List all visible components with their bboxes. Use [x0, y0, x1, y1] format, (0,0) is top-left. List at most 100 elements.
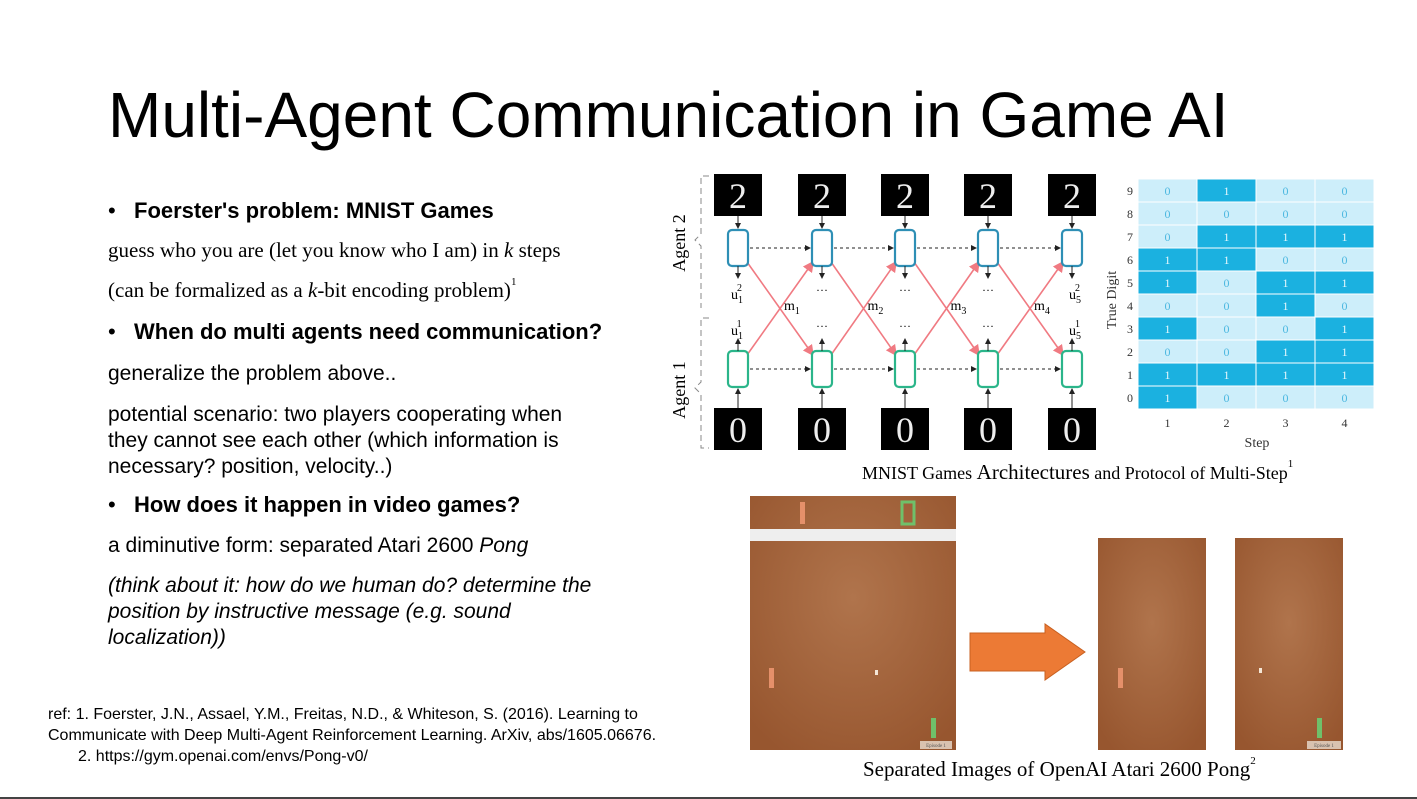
- heatmap-cell-value: 1: [1165, 391, 1171, 405]
- bullet-when-communicate: • When do multi agents need communication…: [108, 319, 602, 345]
- heatmap-cell-value: 1: [1165, 322, 1171, 336]
- think-line-3: localization)): [108, 626, 226, 649]
- mnist-architecture-diagram: Agent 2 Agent 1 m1 m2 m3 m4 2 0 2 0 ··· ··· 2 0 ··· ·…: [669, 174, 1096, 450]
- episode-label: Episode 1: [1314, 744, 1334, 749]
- bullet-text: Foerster's problem: MNIST Games: [134, 198, 494, 223]
- bullet-video-games: • How does it happen in video games?: [108, 492, 520, 518]
- message-label: m3: [951, 299, 967, 317]
- heatmap-cell-value: 0: [1224, 276, 1230, 290]
- guess-steps: steps: [513, 238, 561, 262]
- reference-line-2-url: 2. https://gym.openai.com/envs/Pong-v0/: [78, 748, 368, 765]
- agent2-network-cell: [893, 228, 917, 268]
- mnist-caption: MNIST Games Architectures and Protocol o…: [862, 458, 1294, 485]
- heatmap-cell-value: 1: [1224, 184, 1230, 198]
- heatmap-cell-value: 1: [1224, 230, 1230, 244]
- heatmap-cell-value: 1: [1342, 276, 1348, 290]
- heatmap-cell-value: 0: [1224, 345, 1230, 359]
- heatmap-y-tick: 6: [1127, 253, 1133, 267]
- heatmap-cell-value: 0: [1165, 207, 1171, 221]
- u-left-top: u12: [731, 283, 743, 306]
- heatmap-ylabel: True Digit: [1105, 271, 1120, 329]
- protocol-heatmap: 9 0 1 0 08 0 0 0 07 0 1 1 16 1 1 0 05 1 0 1 14 0 0 1 03 1 0 0 12 0 0 1 1…: [1105, 178, 1375, 451]
- right-arrow-icon: [969, 623, 1086, 681]
- scenario-paragraph: potential scenario: two players cooperat…: [108, 402, 562, 480]
- heatmap-cells: 9 0 1 0 08 0 0 0 07 0 1 1 16 1 1 0 05 1 0 1 14 0 0 1 03 1 0 0 12 0 0 1 1…: [1127, 178, 1375, 430]
- heatmap-cell-value: 0: [1224, 207, 1230, 221]
- caption-pong-footnote: 2: [1250, 755, 1256, 767]
- pong-images: Episode 1 Episode 1: [750, 496, 1343, 750]
- heatmap-cell-value: 1: [1283, 276, 1289, 290]
- reference-line-2: Communicate with Deep Multi-Agent Reinfo…: [48, 727, 657, 744]
- agent2-bracket: [694, 175, 709, 308]
- heatmap-cell-value: 1: [1283, 230, 1289, 244]
- formal-k: k: [307, 278, 318, 302]
- heatmap-cell-value: 1: [1165, 276, 1171, 290]
- message-label: m4: [1034, 299, 1050, 317]
- bullet-symbol: •: [108, 198, 116, 223]
- think-line-2: position by instructive message (e.g. so…: [108, 600, 511, 623]
- heatmap-cell-value: 0: [1342, 299, 1348, 313]
- agent1-network-cell: [726, 349, 750, 389]
- u-right-top: u52: [1069, 283, 1081, 306]
- scenario-line-3: necessary? position, velocity..): [108, 455, 393, 478]
- diminutive-text: a diminutive form: separated Atari 2600: [108, 534, 480, 557]
- heatmap-cell-value: 0: [1224, 391, 1230, 405]
- pong-caption: Separated Images of OpenAI Atari 2600 Po…: [863, 755, 1256, 782]
- agent2-network-cell: [810, 228, 834, 268]
- heatmap-cell-value: 0: [1283, 207, 1289, 221]
- pong-right-half: Episode 1: [1235, 538, 1343, 750]
- heatmap-cell-value: 0: [1342, 253, 1348, 267]
- agent2-label: Agent 2: [669, 214, 689, 272]
- caption-pong-text: Separated Images of OpenAI Atari 2600 Po…: [863, 757, 1251, 781]
- references: ref: 1. Foerster, J.N., Assael, Y.M., Fr…: [48, 704, 656, 767]
- heatmap-cell-value: 1: [1165, 368, 1171, 382]
- message-label: m1: [784, 299, 800, 317]
- heatmap-y-tick: 1: [1127, 368, 1133, 382]
- heatmap-y-tick: 8: [1127, 207, 1133, 221]
- u-right-bottom: u51: [1069, 319, 1081, 342]
- agent1-network-cell: [1060, 349, 1084, 389]
- heatmap-y-tick: 0: [1127, 391, 1133, 405]
- mnist-digit: 2: [813, 176, 831, 216]
- mnist-digit: 2: [729, 176, 747, 216]
- think-paragraph: (think about it: how do we human do? det…: [108, 573, 591, 651]
- heatmap-cell-value: 0: [1165, 345, 1171, 359]
- agent2-network-cell: [976, 228, 1000, 268]
- ellipsis: ···: [816, 283, 828, 297]
- mnist-digit: 0: [813, 410, 831, 450]
- formal-post: -bit encoding problem): [317, 278, 511, 302]
- bullet-symbol: •: [108, 492, 116, 517]
- heatmap-cell-value: 0: [1224, 299, 1230, 313]
- agent1-network-cell: [810, 349, 834, 389]
- caption-mnist-post: and Protocol of Multi-Step: [1089, 463, 1288, 483]
- mnist-digit: 0: [979, 410, 997, 450]
- mnist-digit: 2: [979, 176, 997, 216]
- agent2-network-cell: [726, 228, 750, 268]
- agent1-network-cell: [976, 349, 1000, 389]
- agent1-network-cell: [893, 349, 917, 389]
- diminutive-line: a diminutive form: separated Atari 2600 …: [108, 534, 528, 558]
- generalize-line: generalize the problem above..: [108, 362, 397, 385]
- diagram-columns: m1 m2 m3 m4 2 0 2 0 ··· ··· 2 0 ··· ··· 2 0 ··· ··· 2 0: [714, 174, 1096, 450]
- slide-title: Multi-Agent Communication in Game AI: [108, 79, 1229, 151]
- heatmap-y-tick: 4: [1127, 299, 1133, 313]
- heatmap-cell-value: 0: [1342, 207, 1348, 221]
- caption-mnist-mid: Architectures: [976, 460, 1090, 484]
- heatmap-y-tick: 7: [1127, 230, 1133, 244]
- u-left-bottom: u11: [731, 319, 743, 342]
- ellipsis: ···: [899, 283, 911, 297]
- scenario-line-1: potential scenario: two players cooperat…: [108, 403, 563, 426]
- caption-mnist-footnote: 1: [1287, 458, 1294, 470]
- heatmap-y-tick: 3: [1127, 322, 1133, 336]
- guess-line: guess who you are (let you know who I am…: [108, 238, 561, 263]
- mnist-digit: 0: [896, 410, 914, 450]
- pong-left-half: [1098, 538, 1206, 750]
- ellipsis: ···: [899, 319, 911, 333]
- heatmap-cell-value: 1: [1283, 345, 1289, 359]
- message-label: m2: [868, 299, 884, 317]
- heatmap-cell-value: 0: [1283, 391, 1289, 405]
- heatmap-x-tick: 2: [1224, 416, 1230, 430]
- heatmap-cell-value: 1: [1224, 368, 1230, 382]
- mnist-digit: 2: [1063, 176, 1081, 216]
- heatmap-xlabel: Step: [1245, 436, 1270, 451]
